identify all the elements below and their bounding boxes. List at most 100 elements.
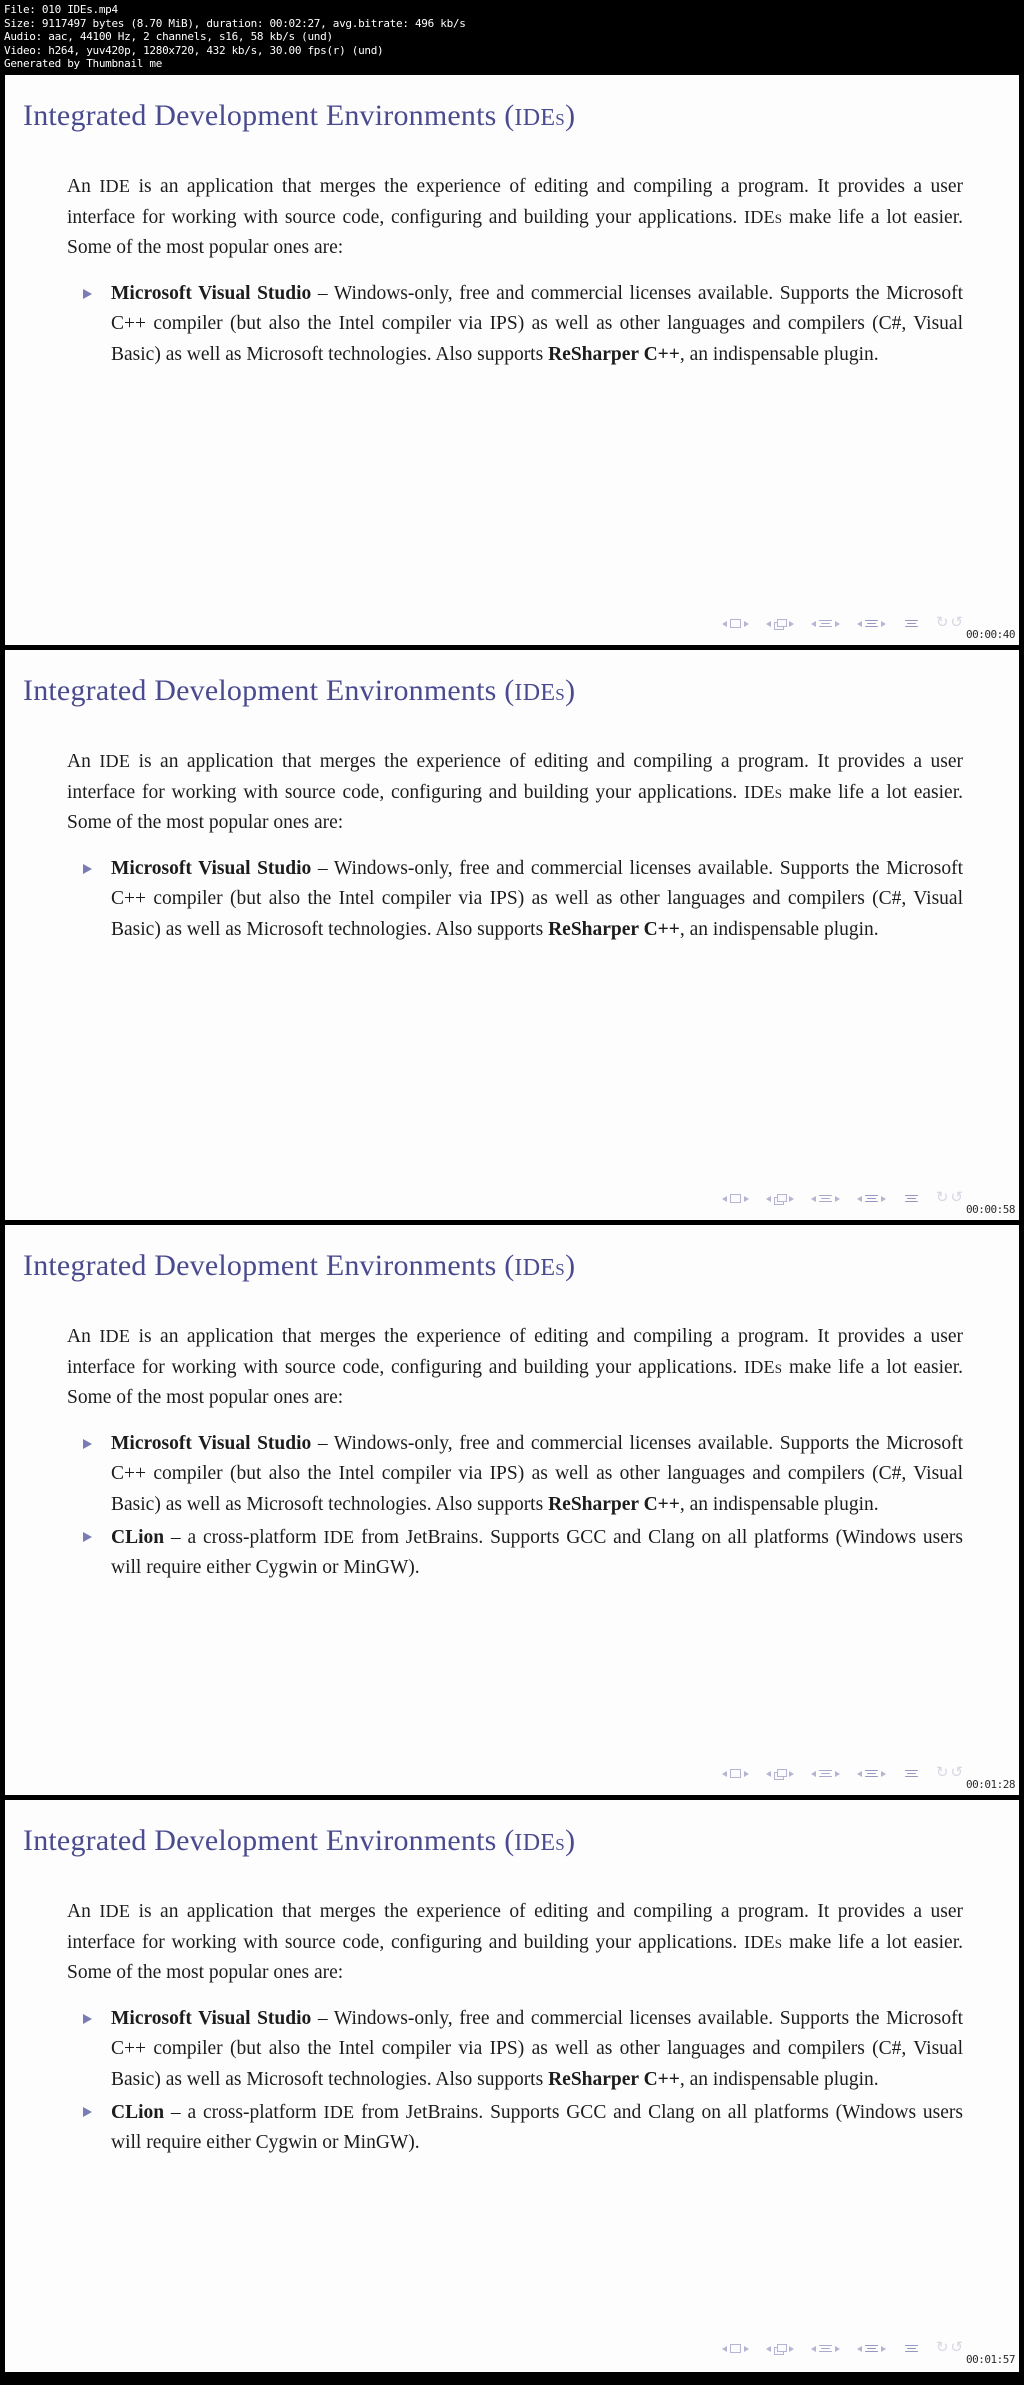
nav-group-section[interactable] (854, 619, 889, 628)
forward-icon[interactable]: ↺ (950, 2341, 963, 2356)
back-icon[interactable]: ↻ (936, 2341, 949, 2356)
prev-subsection-arrow-icon[interactable] (810, 1195, 816, 1202)
next-subsection-arrow-icon[interactable] (834, 1195, 840, 1202)
beamer-navigation-bar[interactable]: ↻ ↺ (719, 615, 963, 633)
prev-slide-arrow-icon[interactable] (721, 2345, 727, 2352)
slide-thumbnail[interactable]: Integrated Development Environments (IDE… (5, 1224, 1019, 1797)
beamer-navigation-bar[interactable]: ↻ ↺ (719, 2340, 963, 2358)
next-slide-arrow-icon[interactable] (743, 620, 749, 627)
prev-frame-arrow-icon[interactable] (765, 1195, 771, 1202)
subsection-lines-icon[interactable] (818, 1194, 832, 1203)
slide-thumbnail[interactable]: Integrated Development Environments (IDE… (5, 74, 1019, 647)
prev-frame-arrow-icon[interactable] (765, 620, 771, 627)
section-lines-icon[interactable] (864, 2344, 878, 2353)
nav-group-frame[interactable] (763, 1193, 797, 1205)
next-section-arrow-icon[interactable] (880, 620, 886, 627)
nav-group-presentation[interactable] (904, 1194, 918, 1203)
next-subsection-arrow-icon[interactable] (834, 620, 840, 627)
slide-marker-icon[interactable] (729, 2344, 741, 2353)
page-title: Integrated Development Environments (IDE… (23, 1249, 575, 1283)
bullet-clion-text-a: – a cross-platform (164, 1526, 324, 1548)
subsection-lines-icon[interactable] (818, 619, 832, 628)
next-subsection-arrow-icon[interactable] (834, 1770, 840, 1777)
nav-group-slide[interactable] (719, 2344, 752, 2353)
back-icon[interactable]: ↻ (936, 1191, 949, 1206)
nav-group-back-forward[interactable]: ↻ ↺ (936, 616, 963, 631)
subsection-lines-icon[interactable] (818, 1769, 832, 1778)
nav-group-presentation[interactable] (904, 2344, 918, 2353)
next-frame-arrow-icon[interactable] (788, 1770, 794, 1777)
presentation-lines-icon[interactable] (904, 619, 918, 628)
nav-group-frame[interactable] (763, 2343, 797, 2355)
section-lines-icon[interactable] (864, 619, 878, 628)
nav-group-slide[interactable] (719, 619, 752, 628)
prev-slide-arrow-icon[interactable] (721, 1195, 727, 1202)
prev-subsection-arrow-icon[interactable] (810, 2345, 816, 2352)
nav-group-back-forward[interactable]: ↻ ↺ (936, 2341, 963, 2356)
triangle-bullet-icon (83, 1531, 92, 1542)
presentation-lines-icon[interactable] (904, 1769, 918, 1778)
next-section-arrow-icon[interactable] (880, 2345, 886, 2352)
prev-slide-arrow-icon[interactable] (721, 1770, 727, 1777)
prev-section-arrow-icon[interactable] (856, 620, 862, 627)
next-frame-arrow-icon[interactable] (788, 2345, 794, 2352)
nav-group-slide[interactable] (719, 1769, 752, 1778)
subsection-lines-icon[interactable] (818, 2344, 832, 2353)
prev-frame-arrow-icon[interactable] (765, 1770, 771, 1777)
next-section-arrow-icon[interactable] (880, 1770, 886, 1777)
back-icon[interactable]: ↻ (936, 616, 949, 631)
frames-stack-icon[interactable] (773, 2343, 787, 2355)
nav-group-presentation[interactable] (904, 619, 918, 628)
meta-size-line: Size: 9117497 bytes (8.70 MiB), duration… (4, 16, 466, 30)
section-lines-icon[interactable] (864, 1194, 878, 1203)
prev-section-arrow-icon[interactable] (856, 2345, 862, 2352)
presentation-lines-icon[interactable] (904, 2344, 918, 2353)
next-section-arrow-icon[interactable] (880, 1195, 886, 1202)
next-subsection-arrow-icon[interactable] (834, 2345, 840, 2352)
frames-stack-icon[interactable] (773, 1193, 787, 1205)
next-slide-arrow-icon[interactable] (743, 1195, 749, 1202)
beamer-navigation-bar[interactable]: ↻ ↺ (719, 1765, 963, 1783)
prev-section-arrow-icon[interactable] (856, 1195, 862, 1202)
forward-icon[interactable]: ↺ (950, 1766, 963, 1781)
forward-icon[interactable]: ↺ (950, 616, 963, 631)
nav-group-back-forward[interactable]: ↻ ↺ (936, 1191, 963, 1206)
slide-thumbnail[interactable]: Integrated Development Environments (IDE… (5, 649, 1019, 1222)
slide-marker-icon[interactable] (729, 619, 741, 628)
prev-section-arrow-icon[interactable] (856, 1770, 862, 1777)
nav-group-section[interactable] (854, 2344, 889, 2353)
nav-group-section[interactable] (854, 1769, 889, 1778)
slide-marker-icon[interactable] (729, 1194, 741, 1203)
nav-group-subsection[interactable] (808, 2344, 843, 2353)
prev-subsection-arrow-icon[interactable] (810, 620, 816, 627)
nav-group-subsection[interactable] (808, 1194, 843, 1203)
page-title: Integrated Development Environments (IDE… (23, 1824, 575, 1858)
nav-group-section[interactable] (854, 1194, 889, 1203)
nav-group-back-forward[interactable]: ↻ ↺ (936, 1766, 963, 1781)
slide-marker-icon[interactable] (729, 1769, 741, 1778)
forward-icon[interactable]: ↺ (950, 1191, 963, 1206)
section-lines-icon[interactable] (864, 1769, 878, 1778)
nav-group-subsection[interactable] (808, 619, 843, 628)
beamer-navigation-bar[interactable]: ↻ ↺ (719, 1190, 963, 1208)
nav-group-presentation[interactable] (904, 1769, 918, 1778)
next-slide-arrow-icon[interactable] (743, 2345, 749, 2352)
frames-stack-icon[interactable] (773, 618, 787, 630)
slide-thumbnail[interactable]: Integrated Development Environments (IDE… (5, 1799, 1019, 2372)
prev-frame-arrow-icon[interactable] (765, 2345, 771, 2352)
back-icon[interactable]: ↻ (936, 1766, 949, 1781)
nav-group-subsection[interactable] (808, 1769, 843, 1778)
presentation-lines-icon[interactable] (904, 1194, 918, 1203)
page-title: Integrated Development Environments (IDE… (23, 674, 575, 708)
prev-slide-arrow-icon[interactable] (721, 620, 727, 627)
frames-stack-icon[interactable] (773, 1768, 787, 1780)
prev-subsection-arrow-icon[interactable] (810, 1770, 816, 1777)
nav-group-frame[interactable] (763, 618, 797, 630)
nav-group-frame[interactable] (763, 1768, 797, 1780)
nav-group-slide[interactable] (719, 1194, 752, 1203)
next-frame-arrow-icon[interactable] (788, 620, 794, 627)
page-title-main: Integrated Development Environments ( (23, 98, 515, 132)
next-frame-arrow-icon[interactable] (788, 1195, 794, 1202)
slide-content: Integrated Development Environments (IDE… (5, 649, 1019, 1220)
next-slide-arrow-icon[interactable] (743, 1770, 749, 1777)
